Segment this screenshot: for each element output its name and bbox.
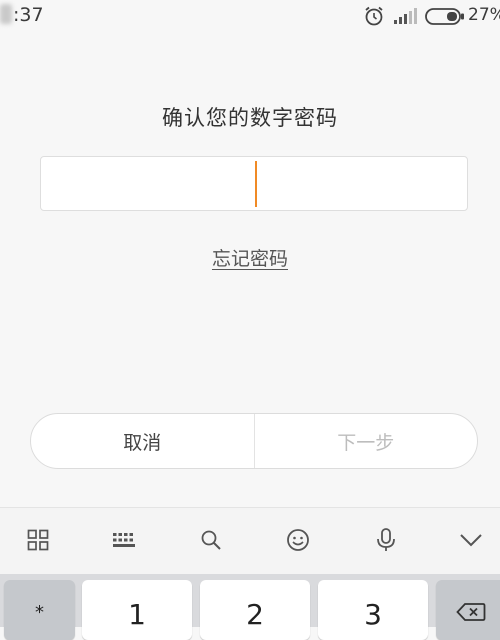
status-time: :37 xyxy=(0,4,44,26)
microphone-icon[interactable] xyxy=(371,525,401,555)
key-2[interactable]: 2 xyxy=(200,580,310,640)
backspace-icon xyxy=(456,603,486,621)
pin-input[interactable] xyxy=(40,156,468,211)
key-asterisk[interactable]: * xyxy=(4,580,75,640)
keyboard-icon[interactable] xyxy=(109,525,139,555)
status-bar: :37 27% xyxy=(0,0,500,34)
key-3[interactable]: 3 xyxy=(318,580,428,640)
cancel-button[interactable]: 取消 xyxy=(31,414,255,468)
chevron-down-icon[interactable] xyxy=(456,525,486,555)
numeric-keypad: * 1 2 3 xyxy=(0,574,500,640)
forgot-password-row: 忘记密码 xyxy=(0,244,500,271)
forgot-password-link[interactable]: 忘记密码 xyxy=(212,248,288,270)
signal-icon xyxy=(394,8,417,24)
next-step-button[interactable]: 下一步 xyxy=(255,414,478,468)
battery-icon xyxy=(425,8,464,25)
page-title: 确认您的数字密码 xyxy=(162,106,338,130)
keyboard-toolbar xyxy=(0,507,500,574)
search-icon[interactable] xyxy=(196,525,226,555)
emoji-icon[interactable] xyxy=(283,525,313,555)
alarm-icon xyxy=(365,6,383,26)
battery-percent: 27% xyxy=(468,5,500,25)
action-bar: 取消 下一步 xyxy=(30,413,478,469)
delete-key[interactable] xyxy=(436,580,500,640)
grid-icon[interactable] xyxy=(23,525,53,555)
key-1[interactable]: 1 xyxy=(82,580,192,640)
text-caret xyxy=(255,161,257,207)
